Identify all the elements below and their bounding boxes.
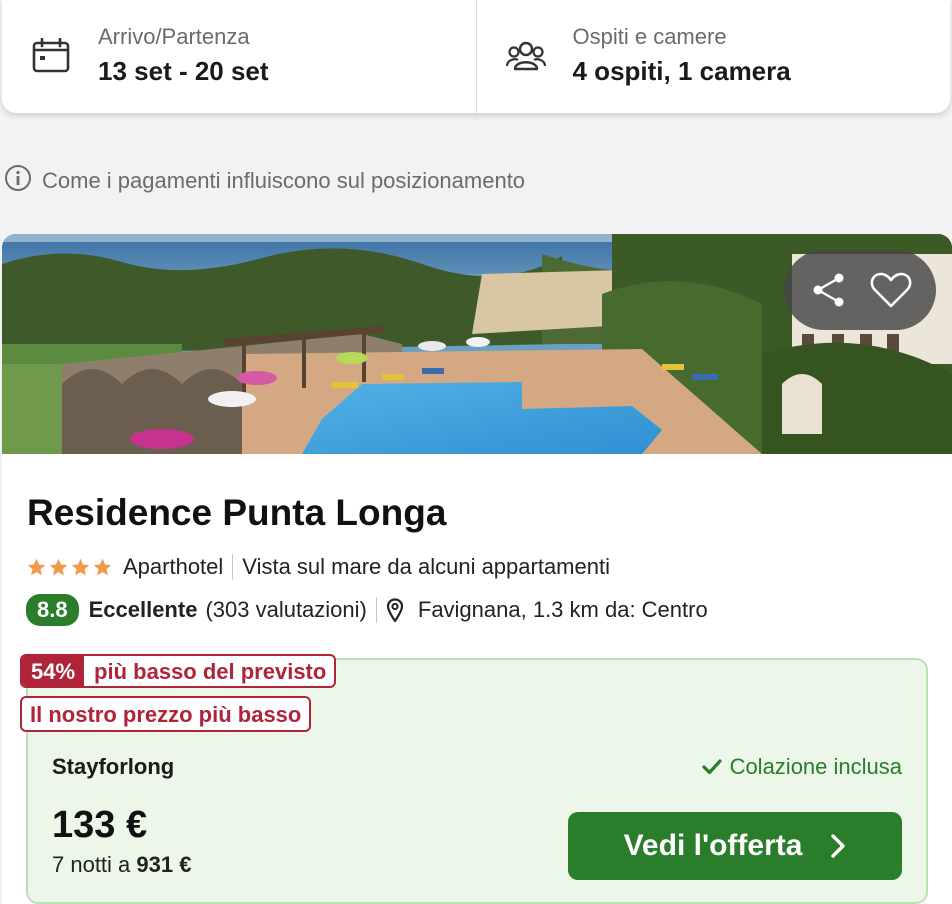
hotel-type: Aparthotel [123,554,224,579]
discount-text: più basso del previsto [94,659,327,684]
guests-label: Ospiti e camere [572,24,727,49]
total-amount: 931 € [136,852,192,877]
guests-value: 4 ospiti, 1 camera [572,56,791,86]
star-rating [26,557,113,578]
discount-percent: 54% [22,656,85,686]
info-icon [4,164,32,197]
dates-value: 13 set - 20 set [98,56,269,86]
ranking-info-text: Come i pagamenti influiscono sul posizio… [42,167,526,193]
total-price: 7 notti a 931 € [52,852,191,878]
view-offer-button[interactable]: Vedi l'offerta [568,812,902,880]
people-icon [505,38,547,79]
divider [232,554,234,580]
star-icon [71,558,90,575]
location-pin-icon [386,598,404,622]
nights-text: 7 notti a [52,852,131,877]
guests-selector[interactable]: Ospiti e camere 4 ospiti, 1 camera [475,0,951,113]
nightly-price: 133 € [52,804,148,846]
star-icon [49,558,68,575]
share-icon[interactable] [805,266,853,314]
dates-selector[interactable]: Arrivo/Partenza 13 set - 20 set [2,0,476,113]
calendar-icon [32,37,72,79]
breakfast-text: Colazione inclusa [729,754,902,779]
review-count[interactable]: (303 valutazioni) [205,597,366,623]
hotel-photo[interactable] [2,234,952,454]
view-offer-label: Vedi l'offerta [623,829,803,862]
divider [375,597,377,623]
photo-actions [784,250,936,330]
chevron-right-icon [830,833,846,859]
search-summary-card: Arrivo/Partenza 13 set - 20 set Ospiti e… [2,0,950,113]
hotel-location[interactable]: Favignana, 1.3 km da: Centro [418,597,708,623]
lowest-price-tag: Il nostro prezzo più basso [20,696,312,732]
rating-badge[interactable]: 8.8 [26,594,79,626]
star-icon [93,558,112,575]
hotel-card[interactable]: Residence Punta Longa Aparthotel Vista s… [2,234,952,904]
provider-name: Stayforlong [52,754,175,779]
star-icon [27,558,46,575]
rating-word: Eccellente [88,597,198,622]
hotel-rating-row: 8.8 Eccellente (303 valutazioni) Favigna… [26,594,708,626]
discount-tag: 54% più basso del previsto [20,654,337,688]
hotel-meta-row: Aparthotel Vista sul mare da alcuni appa… [26,554,610,580]
hotel-name[interactable]: Residence Punta Longa [27,492,446,534]
breakfast-included: Colazione inclusa [701,754,902,780]
dates-label: Arrivo/Partenza [98,24,250,49]
hotel-feature: Vista sul mare da alcuni appartamenti [242,554,610,579]
ranking-info-link[interactable]: Come i pagamenti influiscono sul posizio… [4,164,525,197]
heart-icon[interactable] [867,266,915,314]
check-icon [701,758,722,776]
